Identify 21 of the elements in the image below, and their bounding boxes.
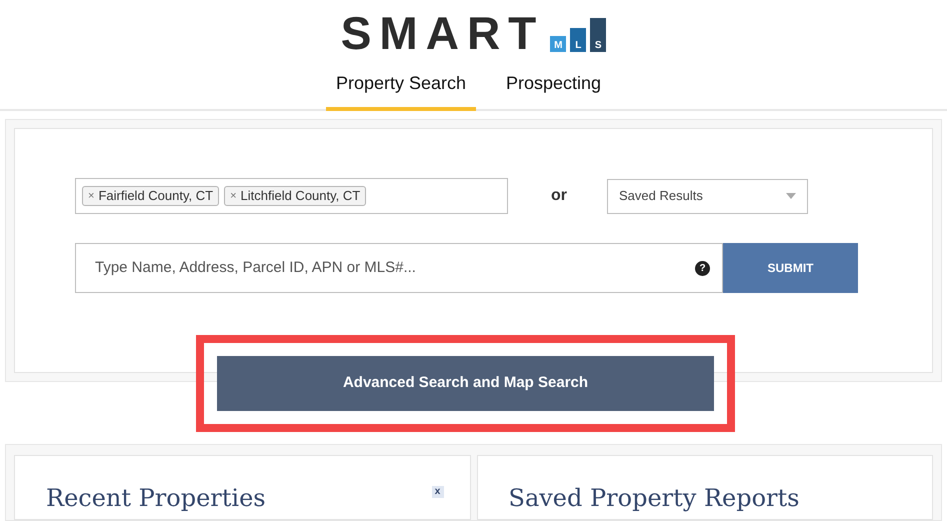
logo-bar: M: [550, 36, 566, 52]
or-label: or: [551, 186, 568, 206]
advanced-search-button[interactable]: Advanced Search and Map Search: [217, 356, 714, 411]
tag-label: Fairfield County, CT: [98, 187, 214, 206]
search-field[interactable]: Type Name, Address, Parcel ID, APN or MLS#... ?: [75, 243, 723, 293]
nav-tab[interactable]: Property Search: [326, 70, 476, 111]
panel-title: Saved Property Reports: [508, 484, 800, 512]
nav-tab[interactable]: Prospecting: [496, 70, 612, 111]
close-button[interactable]: x: [432, 486, 444, 498]
help-icon[interactable]: ?: [695, 260, 710, 276]
saved-results-select[interactable]: Saved Results: [607, 178, 808, 214]
submit-button[interactable]: SUBMIT: [723, 243, 858, 293]
area-tags-field[interactable]: × Fairfield County, CT × Litchfield County, CT: [75, 178, 508, 214]
remove-tag-button[interactable]: ×: [88, 188, 94, 204]
logo-wordmark: SMART: [340, 12, 544, 54]
logo-bar: L: [570, 28, 586, 52]
dropdown-caret-icon: [786, 193, 796, 199]
remove-tag-button[interactable]: ×: [230, 188, 237, 204]
panel-title: Recent Properties: [46, 484, 266, 512]
tag-label: Litchfield County, CT: [240, 187, 360, 206]
logo-bar: S: [590, 18, 606, 52]
